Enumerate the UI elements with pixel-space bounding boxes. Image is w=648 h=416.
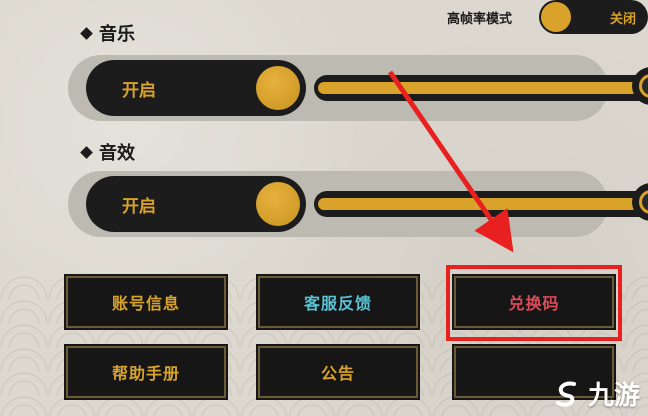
arrow-line [387, 70, 514, 253]
s-logo-icon [555, 381, 576, 407]
watermark-text: 九游 [587, 381, 640, 411]
annotation-arrow [387, 70, 514, 253]
watermark: 九游 [552, 375, 640, 412]
